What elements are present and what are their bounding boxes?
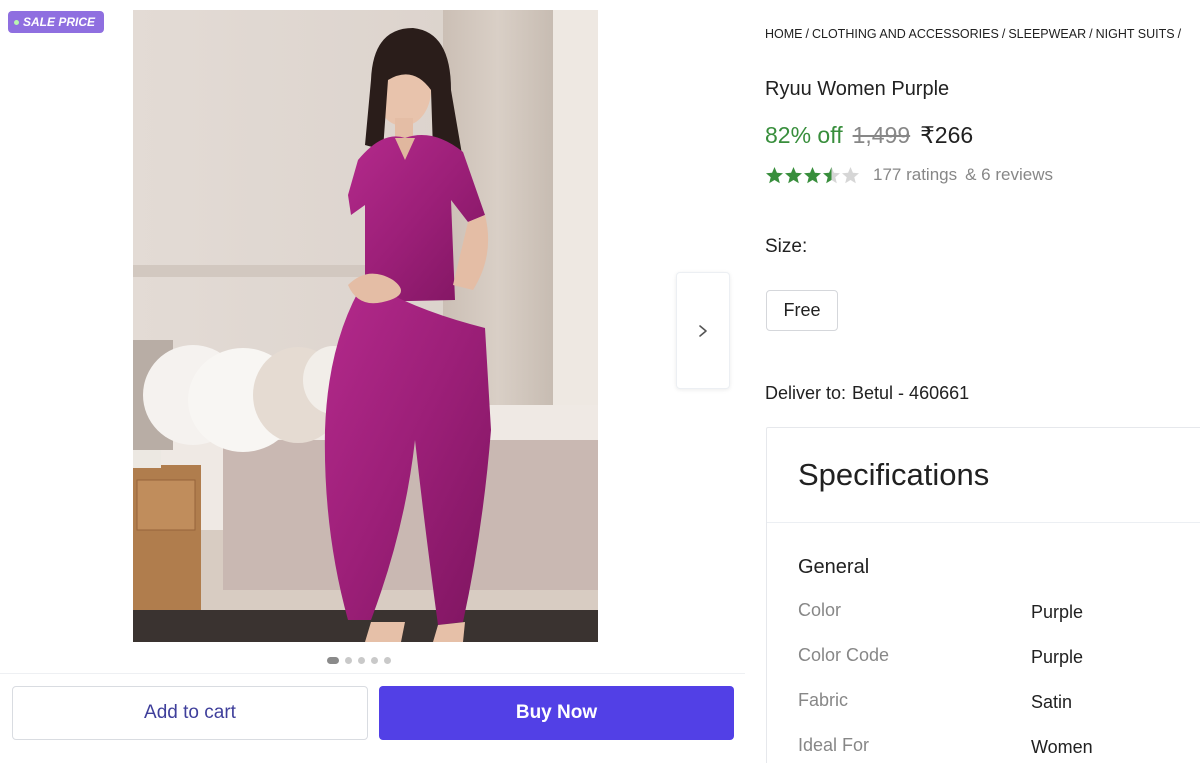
size-option-free[interactable]: Free (766, 290, 838, 331)
next-image-button[interactable] (676, 272, 730, 389)
chevron-right-icon (699, 324, 707, 337)
product-photo (133, 10, 598, 642)
spec-key: Fabric (798, 690, 849, 710)
reviews-count[interactable]: & 6 reviews (965, 165, 1053, 185)
add-to-cart-button[interactable]: Add to cart (12, 686, 368, 740)
delivery-pincode[interactable]: Betul - 460661 (852, 383, 969, 403)
breadcrumb-home[interactable]: HOME (765, 27, 803, 41)
divider (767, 522, 1200, 523)
spec-value: Purple (1031, 602, 1084, 622)
original-price: 1,499 (852, 122, 911, 148)
breadcrumb: HOME / CLOTHING AND ACCESSORIES / SLEEPWEAR /… (765, 27, 1182, 41)
pagination-dot[interactable] (327, 657, 339, 664)
buy-now-button[interactable]: Buy Now (379, 686, 734, 740)
product-image[interactable] (133, 10, 598, 642)
star-icon (766, 167, 859, 184)
spec-key: Color Code (798, 645, 890, 665)
specifications-title: Specifications (798, 457, 990, 492)
spec-value: Purple (1031, 647, 1084, 667)
price-row: 82% off 1,499 ₹266 (765, 122, 973, 149)
breadcrumb-clothing[interactable]: CLOTHING AND ACCESSORIES (812, 27, 999, 41)
specifications-card: Specifications General Color Purple Colo… (766, 427, 1200, 763)
pagination-dot[interactable] (358, 657, 365, 664)
image-pagination (327, 657, 391, 664)
sale-badge-label: SALE PRICE (23, 15, 96, 29)
breadcrumb-sleepwear[interactable]: SLEEPWEAR (1008, 27, 1086, 41)
purchase-action-bar: Add to cart Buy Now (0, 673, 745, 763)
product-details: HOME / CLOTHING AND ACCESSORIES / SLEEPWEAR /… (765, 0, 1200, 763)
product-gallery: SALE PRICE Add to cart Buy Now (0, 0, 745, 763)
pagination-dot[interactable] (384, 657, 391, 664)
selling-price: ₹266 (920, 122, 974, 148)
spec-key: Color (798, 600, 842, 620)
pagination-dot[interactable] (345, 657, 352, 664)
star-rating (765, 165, 863, 185)
product-title: Ryuu Women Purple (765, 78, 950, 100)
size-label: Size: (765, 236, 808, 257)
deliver-to-label: Deliver to: (765, 383, 847, 403)
rating-row[interactable]: 177 ratings & 6 reviews (765, 165, 1053, 185)
spec-value: Satin (1031, 692, 1073, 712)
ratings-count[interactable]: 177 ratings (873, 165, 957, 185)
spec-value: Women (1031, 737, 1093, 757)
delivery-location[interactable]: Deliver to: Betul - 460661 (765, 383, 969, 404)
spec-key: Ideal For (798, 735, 870, 755)
pagination-dot[interactable] (371, 657, 378, 664)
badge-dot-icon (14, 19, 19, 25)
discount-percent: 82% off (765, 122, 843, 148)
breadcrumb-night-suits[interactable]: NIGHT SUITS (1096, 27, 1175, 41)
sale-price-badge: SALE PRICE (8, 11, 104, 33)
spec-section-general: General (798, 556, 870, 578)
